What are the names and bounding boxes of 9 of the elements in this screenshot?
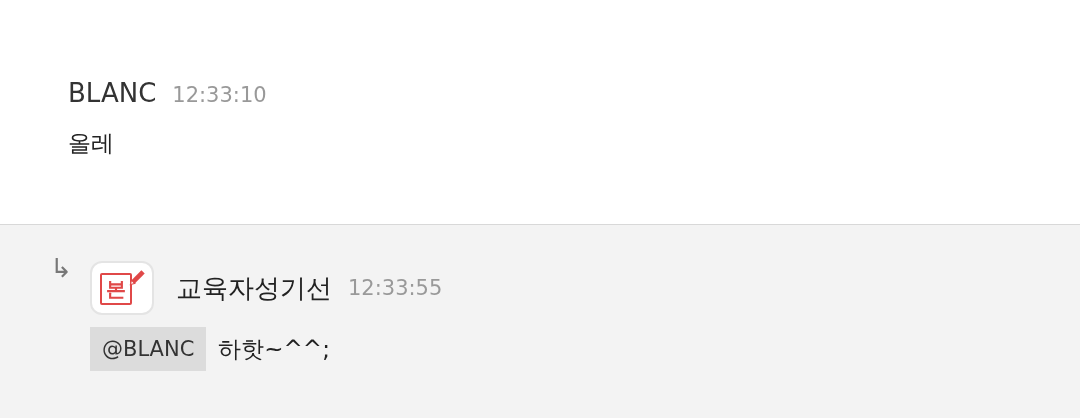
message-time: 12:33:55 (348, 276, 443, 300)
avatar-icon: 본 (90, 261, 154, 315)
author-name: 교육자성기선 (176, 271, 332, 305)
author-name: BLANC (68, 78, 157, 108)
message-text: 하핫~^^; (218, 334, 330, 364)
reply-arrow: ↳ (50, 253, 73, 283)
message-time: 12:33:10 (172, 83, 267, 107)
mention-tag[interactable]: @BLANC (90, 327, 207, 371)
message-text: 올레 (68, 129, 115, 158)
